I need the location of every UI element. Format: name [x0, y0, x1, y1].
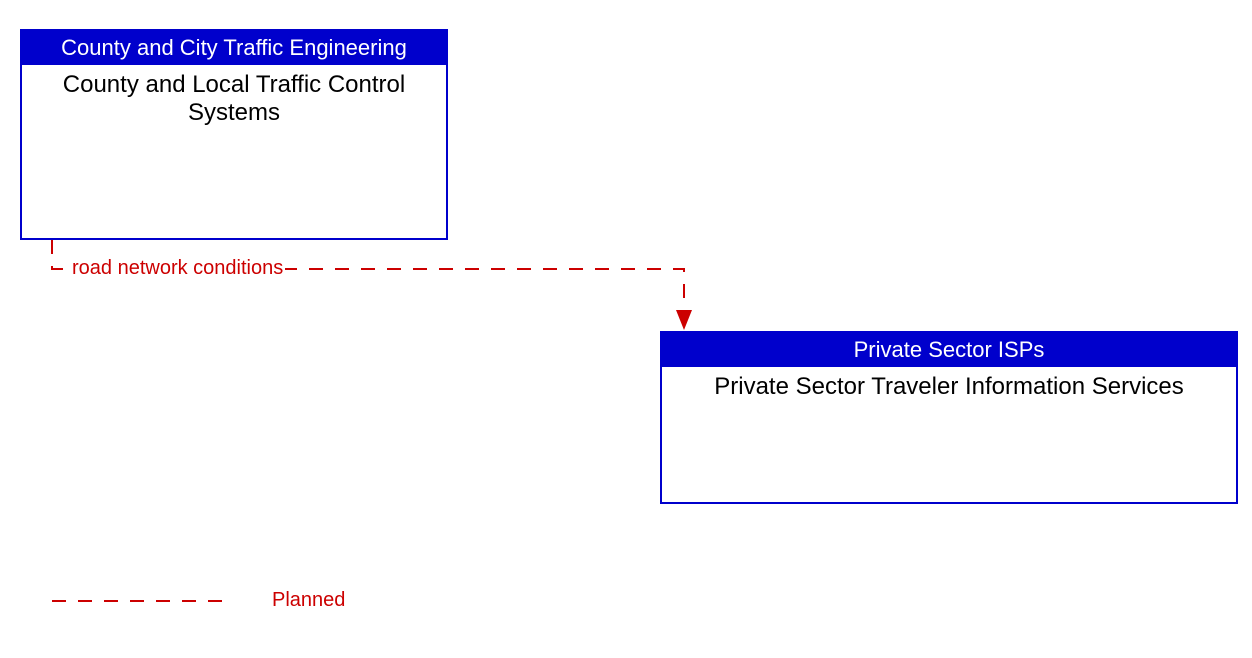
legend-label: Planned [272, 589, 345, 612]
node-target-header: Private Sector ISPs [662, 333, 1236, 367]
node-target: Private Sector ISPs Private Sector Trave… [660, 331, 1238, 504]
node-source-body: County and Local Traffic Control Systems [22, 65, 446, 133]
node-target-body: Private Sector Traveler Information Serv… [662, 367, 1236, 407]
node-source: County and City Traffic Engineering Coun… [20, 29, 448, 240]
flow-label: road network conditions [70, 257, 285, 280]
flow-path [52, 240, 684, 328]
node-source-header: County and City Traffic Engineering [22, 31, 446, 65]
